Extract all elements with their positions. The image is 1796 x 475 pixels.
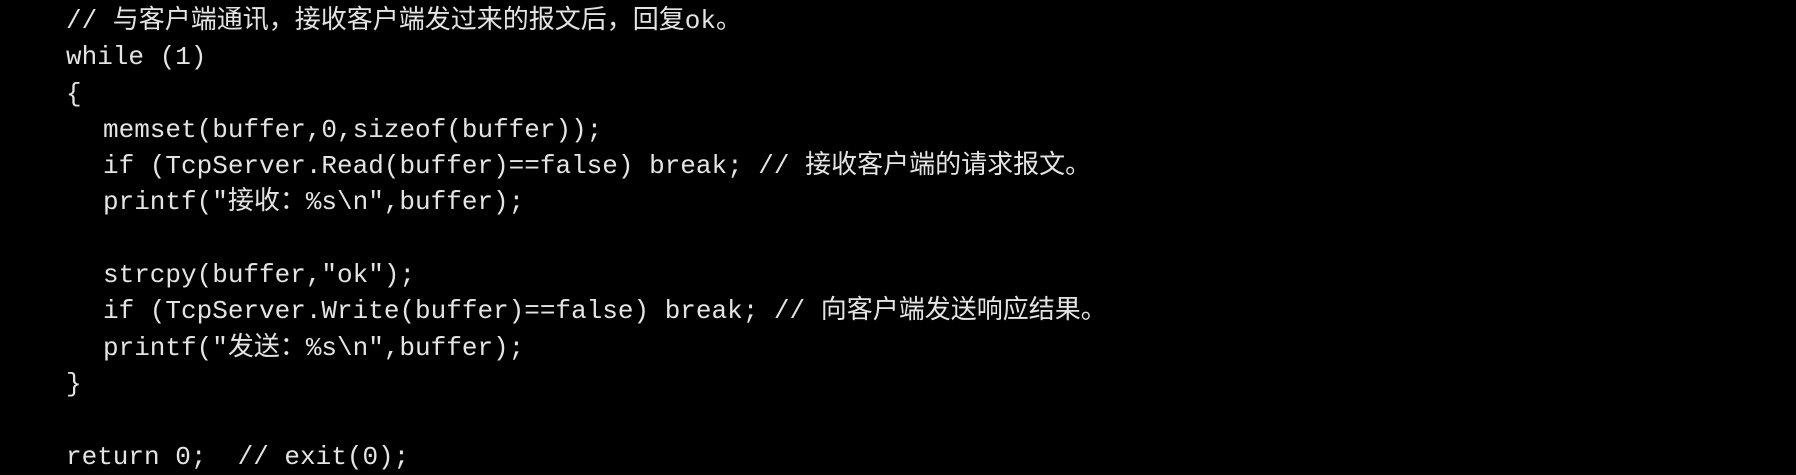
code-line-close-brace: } — [66, 368, 82, 399]
code-line-return: return 0; // exit(0); — [66, 441, 410, 472]
code-line-memset: memset(buffer,0,sizeof(buffer)); — [103, 114, 603, 145]
code-line-printf-recv: printf("接收：%s\n",buffer); — [103, 187, 525, 218]
code-line-strcpy: strcpy(buffer,"ok"); — [103, 260, 416, 291]
code-line-write: if (TcpServer.Write(buffer)==false) brea… — [103, 296, 1107, 327]
code-line-read: if (TcpServer.Read(buffer)==false) break… — [103, 151, 1092, 182]
code-editor: // 与客户端通讯，接收客户端发过来的报文后，回复ok。 while (1) { me… — [66, 3, 1107, 475]
code-line-while: while (1) — [66, 42, 207, 73]
code-line-comment: // 与客户端通讯，接收客户端发过来的报文后，回复ok。 — [66, 6, 743, 36]
code-line-open-brace: { — [66, 78, 82, 109]
code-line-printf-send: printf("发送：%s\n",buffer); — [103, 332, 525, 363]
